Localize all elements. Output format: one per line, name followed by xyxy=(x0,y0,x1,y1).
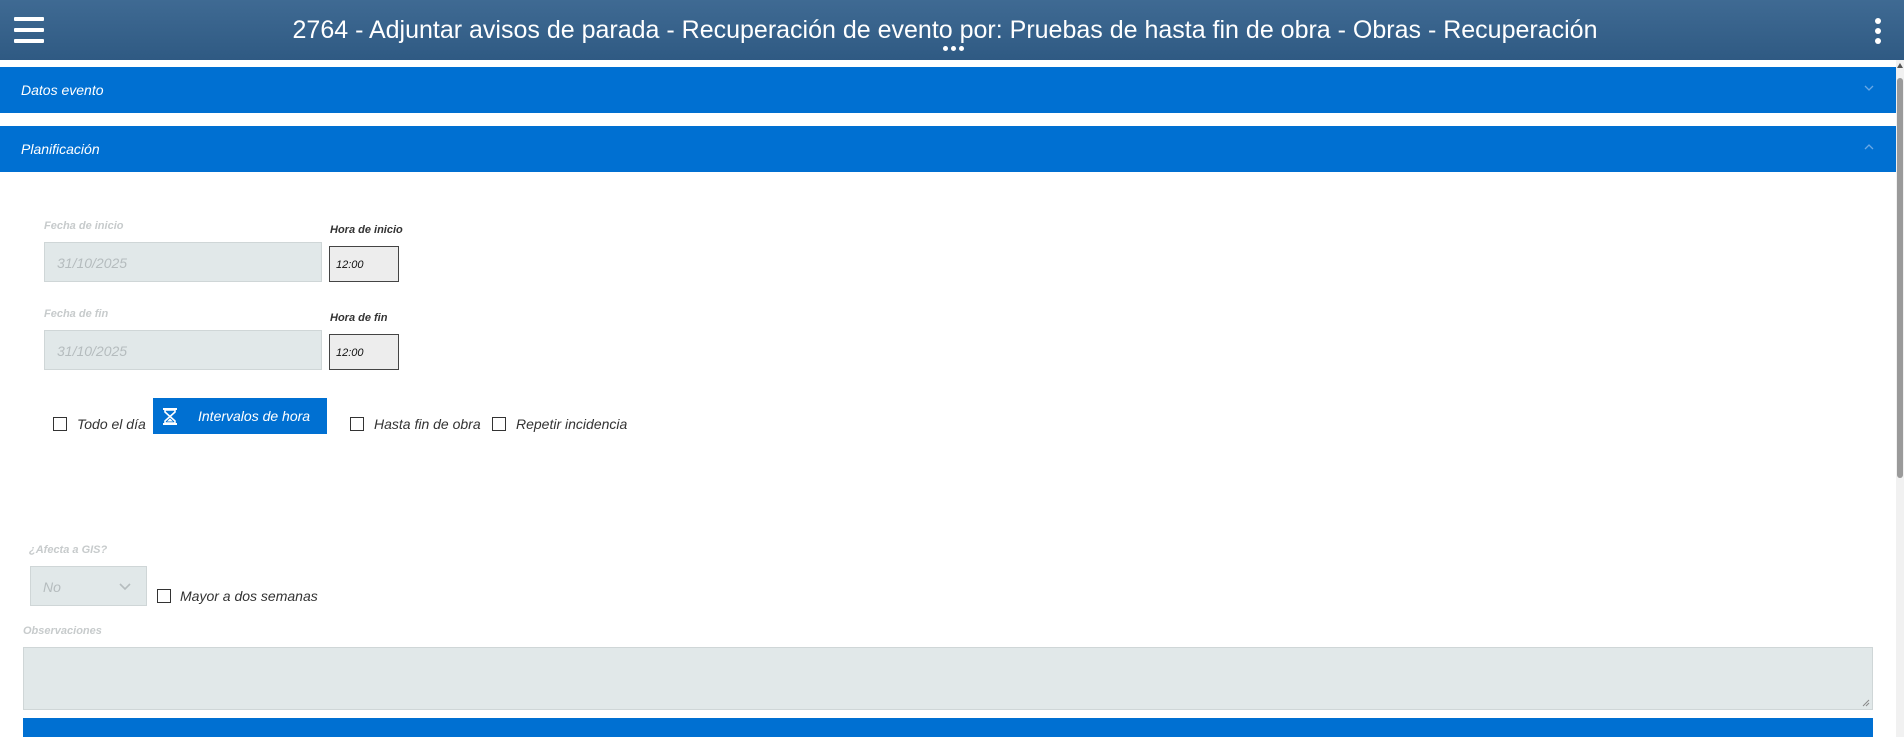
fecha-fin-label: Fecha de fin xyxy=(44,308,109,320)
scrollbar-thumb[interactable] xyxy=(1897,78,1903,478)
repetir-incidencia-label: Repetir incidencia xyxy=(516,416,628,432)
section-datos-evento-label: Datos evento xyxy=(21,82,104,98)
afecta-gis-select[interactable]: No xyxy=(30,566,147,606)
intervalos-de-hora-label: Intervalos de hora xyxy=(198,408,311,424)
hora-fin-field[interactable]: 12:00 xyxy=(329,334,399,370)
resize-handle-icon[interactable] xyxy=(1862,699,1870,707)
chevron-down-icon xyxy=(1864,85,1874,91)
more-options-icon[interactable] xyxy=(1874,18,1882,44)
fecha-fin-field[interactable]: 31/10/2025 xyxy=(44,330,322,370)
intervalos-de-hora-button[interactable]: Intervalos de hora xyxy=(153,398,327,434)
hourglass-icon xyxy=(163,408,177,425)
afecta-gis-value: No xyxy=(43,579,61,595)
afecta-gis-label: ¿Afecta a GIS? xyxy=(29,544,108,556)
hora-inicio-field[interactable]: 12:00 xyxy=(329,246,399,282)
next-section-bar[interactable] xyxy=(23,718,1873,737)
observaciones-label: Observaciones xyxy=(23,625,102,637)
section-datos-evento[interactable]: Datos evento xyxy=(0,67,1896,113)
app-header: 2764 - Adjuntar avisos de parada - Recup… xyxy=(0,0,1904,60)
section-planificacion[interactable]: Planificación xyxy=(0,126,1896,172)
hamburger-menu-icon[interactable] xyxy=(14,17,44,43)
chevron-up-icon xyxy=(1864,144,1874,150)
section-planificacion-label: Planificación xyxy=(21,141,100,157)
fecha-inicio-label: Fecha de inicio xyxy=(44,220,124,232)
observaciones-textarea[interactable] xyxy=(23,647,1873,710)
hasta-fin-obra-label: Hasta fin de obra xyxy=(374,416,481,432)
scroll-up-arrow-icon[interactable] xyxy=(1897,63,1903,68)
todo-el-dia-checkbox[interactable] xyxy=(53,417,67,431)
repetir-incidencia-checkbox[interactable] xyxy=(492,417,506,431)
page-title: 2764 - Adjuntar avisos de parada - Recup… xyxy=(292,16,1598,44)
fecha-inicio-field[interactable]: 31/10/2025 xyxy=(44,242,322,282)
title-overflow-dots-icon[interactable] xyxy=(943,46,965,52)
hora-inicio-label: Hora de inicio xyxy=(330,224,403,236)
hasta-fin-obra-checkbox[interactable] xyxy=(350,417,364,431)
mayor-dos-semanas-checkbox[interactable] xyxy=(157,589,171,603)
todo-el-dia-label: Todo el día xyxy=(77,416,146,432)
hora-fin-label: Hora de fin xyxy=(330,312,388,324)
chevron-down-icon xyxy=(119,583,131,591)
mayor-dos-semanas-label: Mayor a dos semanas xyxy=(180,588,318,604)
